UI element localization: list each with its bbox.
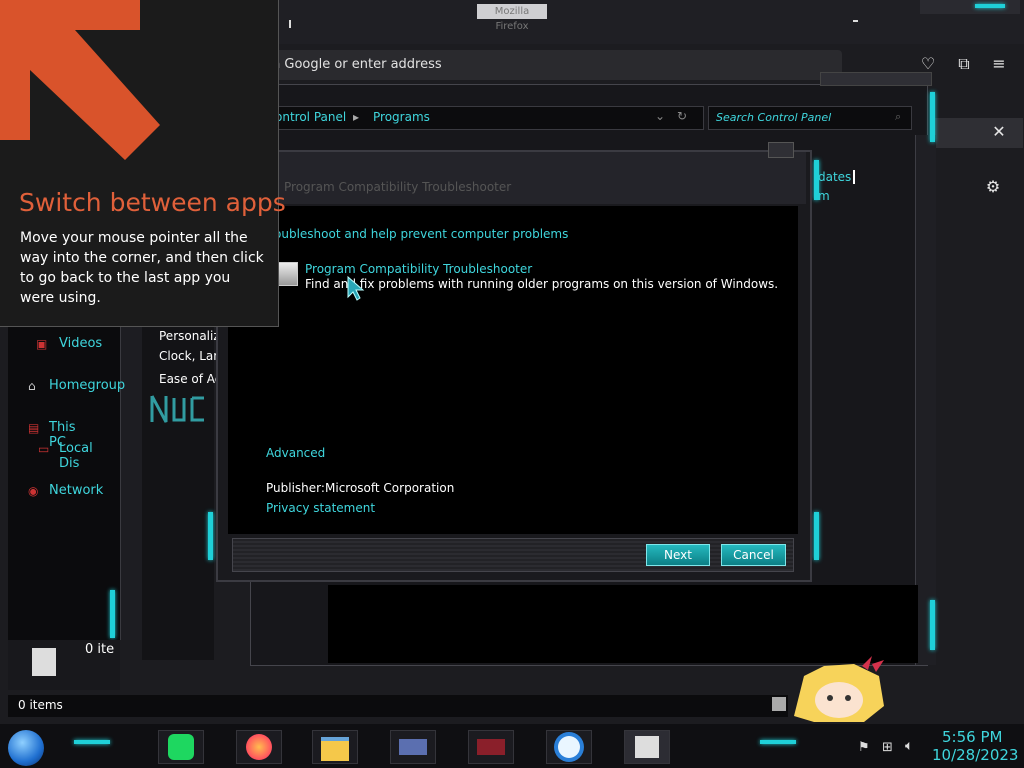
dialog-close-button[interactable]	[768, 142, 794, 158]
breadcrumb-programs[interactable]: Programs	[373, 110, 430, 124]
taskbar-weather[interactable]	[546, 730, 592, 764]
titlebar-tick	[289, 20, 291, 28]
drive-icon: ▭	[38, 442, 50, 456]
folder-thumbnail-icon	[32, 648, 56, 676]
clock-date[interactable]: 10/28/2023	[932, 746, 1018, 764]
titlebar-tick-right	[853, 20, 858, 22]
privacy-link[interactable]: Privacy statement	[266, 501, 375, 515]
troubleshooter-taskbar-icon	[635, 736, 659, 758]
category-ease-of-access[interactable]: Ease of Ac	[159, 372, 221, 386]
led-accent-right	[814, 512, 819, 560]
corner-arrow-icon	[0, 0, 160, 160]
control-panel-icon	[399, 739, 427, 755]
taskbar-spotify[interactable]	[158, 730, 204, 764]
led-accent-left	[208, 512, 213, 560]
taskbar-led-right	[760, 740, 796, 744]
weather-icon	[558, 736, 580, 758]
category-clock[interactable]: Clock, Lar	[159, 349, 218, 363]
clock-time[interactable]: 5:56 PM	[942, 728, 1002, 746]
taskbar-troubleshooter[interactable]	[624, 730, 670, 764]
spotify-icon	[168, 734, 194, 760]
cp-partial-link-1[interactable]: dates	[818, 170, 851, 184]
tip-body: Move your mouse pointer all the way into…	[20, 230, 264, 306]
homegroup-icon: ⌂	[28, 379, 36, 393]
cp-address-bar[interactable]: ontrol Panel ▸ Programs ⌄ ↻	[262, 106, 704, 130]
led-accent-explorer	[110, 590, 115, 638]
dialog-titlebar: Program Compatibility Troubleshooter	[218, 152, 806, 204]
network-icon: ◉	[28, 484, 39, 498]
dialog-title: Program Compatibility Troubleshooter	[284, 180, 512, 194]
advanced-link[interactable]: Advanced	[266, 446, 325, 460]
theme-logo-icon	[148, 390, 212, 430]
volume-icon[interactable]: 🔈︎	[905, 738, 913, 754]
character-sticker-icon	[784, 656, 896, 724]
led-accent-far-right-low	[930, 600, 935, 650]
cancel-button[interactable]: Cancel	[721, 544, 786, 566]
text-cursor	[853, 170, 855, 184]
extensions-icon[interactable]: ⧉	[953, 53, 975, 75]
computer-icon: ▤	[28, 421, 40, 435]
cp-top-frame	[820, 72, 932, 86]
publisher-label: Publisher:	[266, 481, 325, 495]
gear-icon[interactable]: ⚙	[982, 176, 1004, 198]
taskbar-led-left	[74, 740, 110, 744]
taskbar-game[interactable]	[468, 730, 514, 764]
next-button[interactable]: Next	[646, 544, 710, 566]
status-item-count: 0 items	[18, 698, 63, 712]
category-personalization[interactable]: Personaliz	[159, 329, 220, 343]
action-center-icon[interactable]: ⚑	[858, 740, 870, 755]
refresh-icon[interactable]: ↻	[677, 109, 687, 123]
cp-content-bottom	[328, 585, 918, 663]
search-icon[interactable]: ⌕	[895, 110, 901, 124]
breadcrumb-control-panel[interactable]: ontrol Panel	[275, 110, 346, 124]
led-accent-far-right	[930, 92, 935, 142]
dialog-heading: oubleshoot and help prevent computer pro…	[274, 227, 569, 241]
menu-icon[interactable]: ≡	[988, 53, 1010, 75]
troubleshooter-link[interactable]: Program Compatibility Troubleshooter	[305, 262, 532, 276]
breadcrumb-separator-icon: ▸	[353, 110, 360, 124]
tip-title: Switch between apps	[19, 188, 286, 217]
taskbar-explorer[interactable]	[312, 730, 358, 764]
cp-right-frame	[915, 135, 936, 665]
control-panel-category-pane	[142, 320, 214, 660]
cp-partial-link-2[interactable]: m	[818, 189, 830, 203]
close-icon[interactable]: ✕	[988, 121, 1010, 143]
search-placeholder: Search Control Panel	[716, 111, 832, 124]
explorer-status-bar: 0 items	[8, 695, 788, 717]
explorer-icon	[321, 737, 349, 761]
firefox-window-title: Mozilla Firefox	[477, 4, 547, 32]
mouse-pointer-icon	[346, 275, 366, 301]
game-icon	[477, 739, 505, 755]
start-button[interactable]	[8, 730, 44, 766]
taskbar-firefox[interactable]	[236, 730, 282, 764]
chevron-down-icon[interactable]: ⌄	[655, 109, 665, 123]
item-count-partial: 0 ite	[85, 642, 115, 657]
firefox-icon	[246, 734, 272, 760]
network-tray-icon[interactable]: ⊞	[882, 740, 893, 755]
cp-search-box[interactable]: Search Control Panel ⌕	[708, 106, 912, 130]
publisher-value: Microsoft Corporation	[325, 481, 455, 495]
dialog-content: oubleshoot and help prevent computer pro…	[228, 206, 798, 534]
taskbar-control-panel[interactable]	[390, 730, 436, 764]
video-icon: ▣	[36, 337, 48, 351]
url-placeholder: n Google or enter address	[272, 57, 442, 72]
led-accent-right-top	[814, 160, 819, 200]
troubleshooter-icon	[278, 262, 298, 286]
explorer-divider	[120, 300, 143, 640]
troubleshooter-description: Find and fix problems with running older…	[305, 277, 779, 291]
window-controls-frame	[920, 0, 1020, 14]
